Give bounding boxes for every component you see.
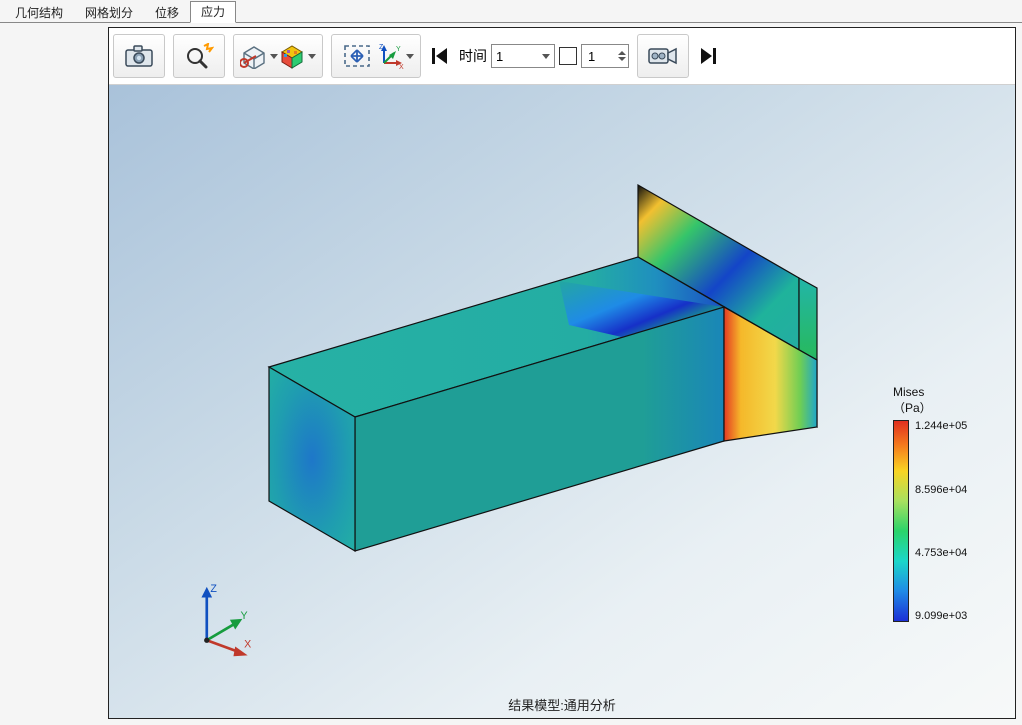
- axes-triad-icon: Z Y X: [376, 43, 404, 69]
- color-legend: Mises （Pa） 1.244e+05 8.596e+04 4.753e+04…: [893, 385, 1003, 622]
- seek-end-button[interactable]: [697, 38, 719, 74]
- legend-tick: 4.753e+04: [915, 547, 967, 559]
- tool-group-capture: [113, 34, 165, 78]
- snapshot-button[interactable]: [120, 38, 158, 74]
- chevron-down-icon: [542, 54, 550, 59]
- left-gutter: [0, 23, 108, 725]
- record-button[interactable]: [644, 38, 682, 74]
- results-tabstrip: 几何结构 网格划分 位移 应力: [0, 0, 1022, 23]
- legend-title: Mises （Pa）: [893, 385, 1003, 416]
- tab-stress[interactable]: 应力: [190, 1, 236, 23]
- results-toolbar: Z Y X 时间: [109, 28, 1015, 84]
- tab-displacement[interactable]: 位移: [144, 2, 190, 23]
- svg-text:Y: Y: [396, 46, 401, 53]
- viewport-caption: 结果模型:通用分析: [508, 695, 616, 714]
- app-root: 几何结构 网格划分 位移 应力: [0, 0, 1022, 725]
- svg-text:Z: Z: [379, 44, 384, 51]
- camera-icon: [125, 45, 153, 67]
- orientation-button[interactable]: Z Y X: [376, 38, 414, 74]
- video-camera-icon: [648, 45, 678, 67]
- tab-geometry[interactable]: 几何结构: [4, 2, 74, 23]
- spinner-buttons[interactable]: [618, 51, 626, 61]
- time-label: 时间: [459, 46, 487, 66]
- results-panel: Z Y X 时间: [108, 27, 1016, 719]
- viewport-axis-triad: Z Y X: [189, 578, 269, 658]
- legend-ticks: 1.244e+05 8.596e+04 4.753e+04 9.099e+03: [915, 420, 967, 622]
- tool-group-zoom: [173, 34, 225, 78]
- stop-button[interactable]: [559, 47, 577, 65]
- seek-right-icon: [699, 46, 717, 66]
- fit-view-button[interactable]: [338, 38, 376, 74]
- colormap-button[interactable]: [278, 38, 316, 74]
- seek-left-icon: [431, 46, 449, 66]
- result-viewport[interactable]: Z Y X Mises （Pa）: [109, 84, 1015, 718]
- legend-title-line2: （Pa）: [893, 401, 1003, 417]
- legend-color-bar: [893, 420, 909, 622]
- axis-y-label: Y: [241, 610, 248, 622]
- svg-text:X: X: [399, 64, 404, 69]
- chevron-down-icon: [406, 54, 414, 59]
- fit-view-icon: [343, 44, 371, 68]
- tool-group-record: [637, 34, 689, 78]
- legend-tick: 1.244e+05: [915, 420, 967, 432]
- work-area: Z Y X 时间: [0, 23, 1022, 725]
- time-select[interactable]: 1: [491, 44, 555, 68]
- transparency-button[interactable]: [240, 38, 278, 74]
- tool-group-render: [233, 34, 323, 78]
- legend-title-line1: Mises: [893, 385, 1003, 401]
- legend-tick: 9.099e+03: [915, 610, 967, 622]
- frame-spinner-value: 1: [588, 49, 595, 64]
- chevron-down-icon: [308, 54, 316, 59]
- axis-x-label: X: [244, 638, 251, 650]
- colormap-cube-icon: [278, 43, 306, 69]
- tool-group-view: Z Y X: [331, 34, 421, 78]
- zoom-button[interactable]: [180, 38, 218, 74]
- frame-spinner[interactable]: 1: [581, 44, 629, 68]
- fea-model-render: [159, 125, 919, 645]
- seek-start-button[interactable]: [429, 38, 451, 74]
- zoom-spark-icon: [184, 43, 214, 69]
- axis-z-label: Z: [210, 583, 217, 595]
- time-controls: 时间 1 1: [459, 35, 629, 77]
- tab-mesh[interactable]: 网格划分: [74, 2, 144, 23]
- legend-tick: 8.596e+04: [915, 484, 967, 496]
- cube-transparency-icon: [240, 43, 268, 69]
- chevron-down-icon: [270, 54, 278, 59]
- time-select-value: 1: [496, 49, 503, 64]
